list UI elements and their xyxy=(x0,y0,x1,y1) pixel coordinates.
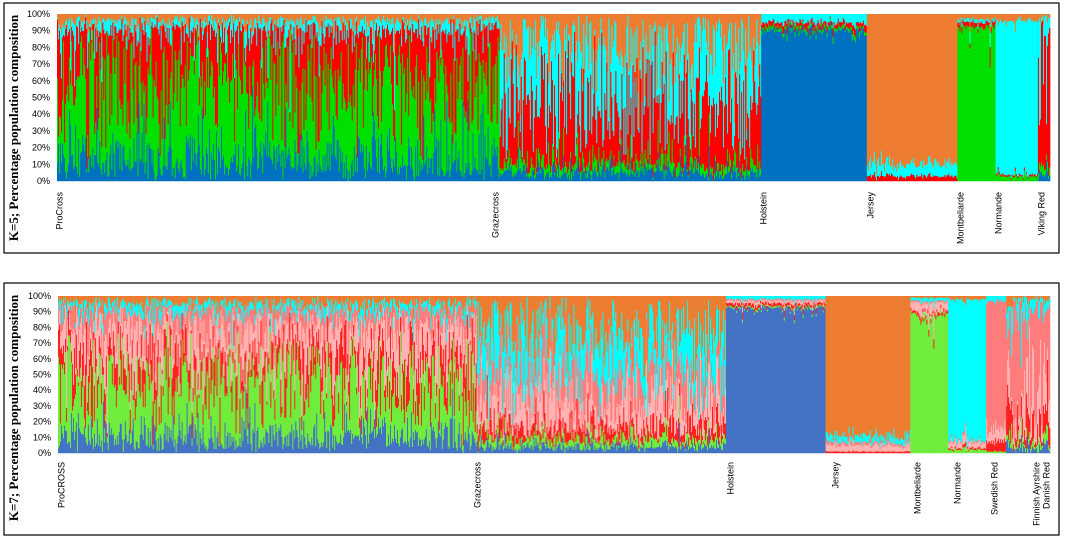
population-label: ProCross xyxy=(54,192,64,230)
admixture-segment xyxy=(1048,17,1051,29)
y-tick-label: 70% xyxy=(32,59,50,69)
y-tick-label: 100% xyxy=(27,9,50,19)
k5-y-axis-label: K=5; Percentage population composition xyxy=(6,14,21,241)
k5-admixture-panel: K=5; Percentage population composition 0… xyxy=(0,2,1062,254)
population-label: Grazecross xyxy=(490,192,500,239)
admixture-figure: K=5; Percentage population composition 0… xyxy=(0,0,1065,537)
admixture-segment xyxy=(1048,167,1051,176)
population-group xyxy=(499,14,762,182)
population-group xyxy=(58,296,478,454)
y-tick-label: 30% xyxy=(32,126,50,136)
k5-population-labels: ProCross Grazecross Holstein Jersey Montbeli… xyxy=(54,192,1046,245)
y-tick-label: 60% xyxy=(32,76,50,86)
population-label: Holstein xyxy=(758,192,768,225)
population-group xyxy=(57,14,501,182)
k5-admixture-chart: K=5; Percentage population composition 0… xyxy=(3,2,1060,254)
y-tick-label: 50% xyxy=(32,93,50,103)
population-group xyxy=(995,14,1039,182)
population-label: Jersey xyxy=(865,192,875,219)
y-tick-label: 40% xyxy=(32,109,50,119)
k7-admixture-panel: K=7; Percentage population composition 0… xyxy=(0,282,1062,536)
population-label: Viking Red xyxy=(1036,192,1046,235)
y-tick-label: 0% xyxy=(37,176,50,186)
y-tick-label: 10% xyxy=(32,159,50,169)
k5-bars xyxy=(57,14,1051,182)
admixture-segment xyxy=(1048,14,1051,19)
population-group xyxy=(761,14,868,182)
y-tick-label: 20% xyxy=(32,143,50,153)
population-group xyxy=(957,14,997,182)
population-group xyxy=(866,14,958,182)
y-tick-label: 80% xyxy=(32,42,50,52)
population-label: Normande xyxy=(993,192,1003,234)
population-label: Montbeliarde xyxy=(955,192,965,244)
y-tick-label: 90% xyxy=(32,26,50,36)
admixture-segment xyxy=(1048,175,1051,182)
k7-y-axis-label: K=7; Percentage population composition xyxy=(6,294,21,521)
k7-bars xyxy=(58,296,1051,454)
admixture-segment xyxy=(1048,27,1051,168)
k7-admixture-chart: K=7; Percentage population composition 0… xyxy=(3,282,1060,536)
k5-y-ticks: 0% 10% 20% 30% 40% 50% 60% 70% 80% 90% 100% xyxy=(27,9,50,186)
population-group xyxy=(1037,14,1051,182)
